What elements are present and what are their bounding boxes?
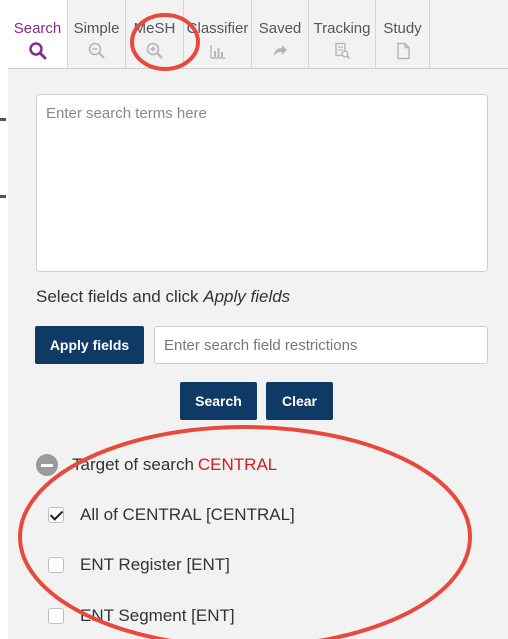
edge-mark — [0, 118, 6, 121]
tab-label: Saved — [258, 20, 302, 37]
tab-label: Classifier — [186, 20, 249, 37]
search-terms-input[interactable] — [36, 94, 488, 272]
apply-fields-button[interactable]: Apply fields — [35, 326, 144, 364]
zoom-in-icon — [145, 41, 165, 61]
checkbox-ent-register[interactable] — [48, 557, 64, 573]
tab-saved[interactable]: Saved — [252, 0, 309, 68]
tab-label: Tracking — [313, 20, 371, 37]
tab-classifier[interactable]: Classifier — [184, 0, 252, 68]
tab-simple[interactable]: Simple — [68, 0, 126, 68]
search-button[interactable]: Search — [180, 382, 257, 420]
target-of-search: Target of search CENTRAL — [36, 453, 277, 477]
document-icon — [393, 41, 413, 61]
target-label-row: Target of search CENTRAL — [72, 455, 277, 475]
checkbox-ent-segment[interactable] — [48, 608, 64, 624]
search-panel: Search Simple MeSH Classifier Saved Trac… — [8, 0, 508, 639]
tab-search[interactable]: Search — [8, 0, 68, 68]
instruction-emphasis: Apply fields — [203, 287, 291, 306]
option-label: ENT Register [ENT] — [80, 555, 230, 574]
option-ent-segment[interactable]: ENT Segment [ENT] — [48, 606, 235, 626]
tab-mesh[interactable]: MeSH — [126, 0, 184, 68]
checkbox-all-central[interactable] — [48, 507, 64, 523]
edge-mark — [0, 195, 6, 198]
fields-instruction: Select fields and click Apply fields — [36, 287, 290, 307]
share-arrow-icon — [270, 41, 290, 61]
target-database: CENTRAL — [197, 455, 278, 474]
tab-label: Simple — [73, 20, 120, 37]
zoom-out-icon — [87, 41, 107, 61]
instruction-text: Select fields and click — [36, 287, 204, 306]
tab-label: Study — [383, 20, 422, 37]
collapse-minus-icon[interactable] — [36, 454, 58, 476]
option-all-central[interactable]: All of CENTRAL [CENTRAL] — [48, 505, 295, 525]
document-search-icon — [332, 41, 352, 61]
option-label: ENT Segment [ENT] — [80, 606, 235, 625]
tab-label: MeSH — [133, 20, 176, 37]
option-label: All of CENTRAL [CENTRAL] — [80, 505, 295, 524]
search-icon — [28, 41, 48, 61]
target-label: Target of search — [72, 455, 194, 474]
option-ent-register[interactable]: ENT Register [ENT] — [48, 555, 230, 575]
tab-label: Search — [13, 20, 62, 37]
bar-chart-icon — [208, 41, 228, 61]
tab-tracking[interactable]: Tracking — [309, 0, 376, 68]
clear-button[interactable]: Clear — [266, 382, 333, 420]
tab-bar: Search Simple MeSH Classifier Saved Trac… — [8, 0, 508, 69]
field-restrictions-input[interactable] — [154, 326, 488, 364]
tab-study[interactable]: Study — [376, 0, 430, 68]
